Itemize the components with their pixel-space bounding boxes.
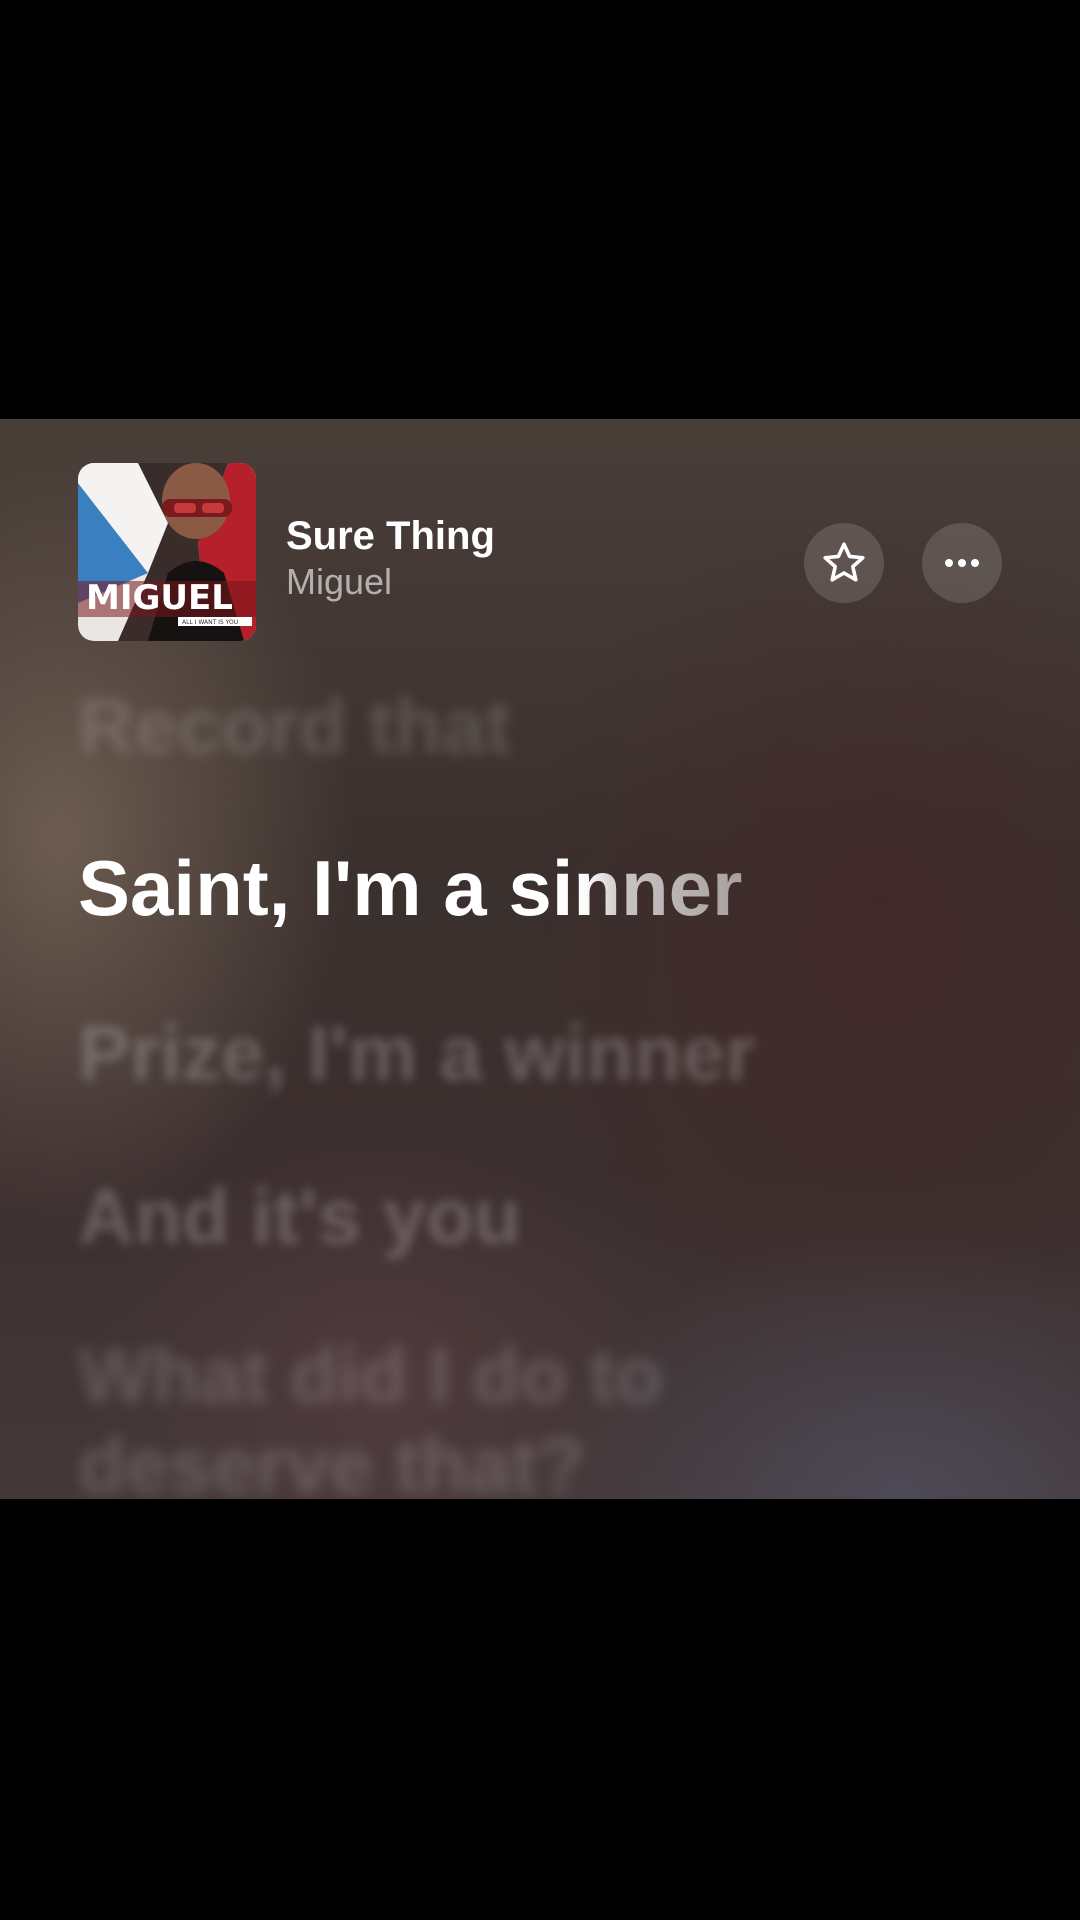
letterbox-top — [0, 0, 1080, 419]
track-title: Sure Thing — [286, 514, 495, 558]
album-cover-image: MIGUEL ALL I WANT IS YOU — [78, 463, 256, 641]
track-artist[interactable]: Miguel — [286, 559, 495, 605]
lyric-line-upcoming[interactable]: What did I do to — [78, 1330, 663, 1420]
lyric-line-upcoming[interactable]: And it's you — [78, 1171, 521, 1261]
track-info[interactable]: Sure Thing Miguel — [286, 513, 495, 605]
lyric-line-upcoming[interactable]: Prize, I'm a winner — [78, 1008, 755, 1098]
ellipsis-icon — [945, 559, 979, 567]
album-subtitle-text: ALL I WANT IS YOU — [182, 619, 238, 626]
letterbox-bottom — [0, 1499, 1080, 1920]
more-options-button[interactable] — [922, 523, 1002, 603]
lyric-line-previous[interactable]: Record that — [78, 681, 511, 771]
lyrics-player: MIGUEL ALL I WANT IS YOU Sure Thing Migu… — [0, 419, 1080, 1499]
favorite-button[interactable] — [804, 523, 884, 603]
album-art[interactable]: MIGUEL ALL I WANT IS YOU — [78, 463, 256, 641]
album-logo-text: MIGUEL — [86, 578, 233, 618]
star-outline-icon — [823, 542, 865, 582]
lyric-line-current[interactable]: Saint, I'm a sinner — [78, 843, 742, 933]
now-playing-header: MIGUEL ALL I WANT IS YOU Sure Thing Migu… — [78, 463, 1002, 641]
lyric-line-upcoming[interactable]: deserve that? — [78, 1420, 585, 1499]
